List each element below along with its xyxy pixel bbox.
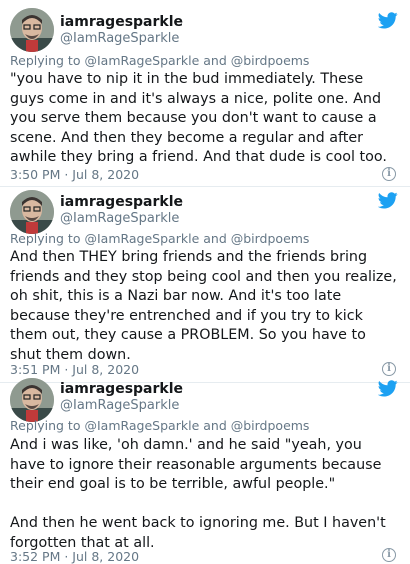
tweet-body: "you have to nip it in the bud immediate… <box>10 70 402 168</box>
replying-to: Replying to @IamRageSparkle and @birdpoe… <box>10 53 309 69</box>
twitter-bird-icon[interactable] <box>378 192 398 209</box>
tweet-line: And then he went back to ignoring me. Bu… <box>10 515 386 531</box>
user-handle[interactable]: @IamRageSparkle <box>60 398 179 414</box>
replying-to-label: Replying to <box>10 418 81 433</box>
avatar[interactable] <box>10 378 54 422</box>
user-handle[interactable]: @IamRageSparkle <box>60 211 179 227</box>
user-handle[interactable]: @IamRageSparkle <box>60 31 179 47</box>
tweet-line: awhile they bring a friend. And that dud… <box>10 149 387 165</box>
info-icon[interactable]: i <box>382 548 396 562</box>
tweet-body: And i was like, 'oh damn.' and he said "… <box>10 436 402 553</box>
avatar[interactable] <box>10 8 54 52</box>
display-name[interactable]: iamragesparkle <box>60 381 183 398</box>
display-name[interactable]: iamragesparkle <box>60 14 183 31</box>
tweet-line: And then THEY bring friends and the frie… <box>10 249 368 265</box>
display-name[interactable]: iamragesparkle <box>60 194 183 211</box>
avatar-image <box>10 8 54 52</box>
replying-to: Replying to @IamRageSparkle and @birdpoe… <box>10 418 309 434</box>
tweet-line: "you have to nip it in the bud immediate… <box>10 71 364 87</box>
replying-to-users[interactable]: @IamRageSparkle and @birdpoems <box>84 231 309 246</box>
twitter-bird-icon[interactable] <box>378 12 398 29</box>
tweet-line: them out, they cause a PROBLEM. So you h… <box>10 327 366 343</box>
timestamp[interactable]: 3:50 PM · Jul 8, 2020 <box>10 167 139 182</box>
tweet-line: scene. And then they become a regular an… <box>10 129 364 146</box>
tweet-body: And then THEY bring friends and the frie… <box>10 248 402 365</box>
tweet-line: friends and they stop being cool and the… <box>10 268 397 285</box>
replying-to-users[interactable]: @IamRageSparkle and @birdpoems <box>84 53 309 68</box>
divider <box>0 186 410 187</box>
avatar[interactable] <box>10 190 54 234</box>
twitter-bird-icon[interactable] <box>378 380 398 397</box>
tweet-line: And i was like, 'oh damn.' and he said "… <box>10 437 362 453</box>
timestamp[interactable]: 3:51 PM · Jul 8, 2020 <box>10 362 139 377</box>
tweet-line: you serve them because you don't want to… <box>10 110 377 126</box>
replying-to-users[interactable]: @IamRageSparkle and @birdpoems <box>84 418 309 433</box>
replying-to: Replying to @IamRageSparkle and @birdpoe… <box>10 231 309 247</box>
replying-to-label: Replying to <box>10 231 81 246</box>
info-icon[interactable]: i <box>382 167 396 181</box>
tweet-line: have to ignore their reasonable argument… <box>10 456 382 473</box>
replying-to-label: Replying to <box>10 53 81 68</box>
tweet-line: because they're entrenched and if you tr… <box>10 307 363 324</box>
info-icon[interactable]: i <box>382 362 396 376</box>
tweet-line: oh shit, this is a Nazi bar now. And it'… <box>10 288 342 304</box>
tweet-line: their end goal is to be terrible, awful … <box>10 476 336 492</box>
avatar-image <box>10 190 54 234</box>
avatar-image <box>10 378 54 422</box>
tweet-line: guys come in and it's always a nice, pol… <box>10 90 382 107</box>
